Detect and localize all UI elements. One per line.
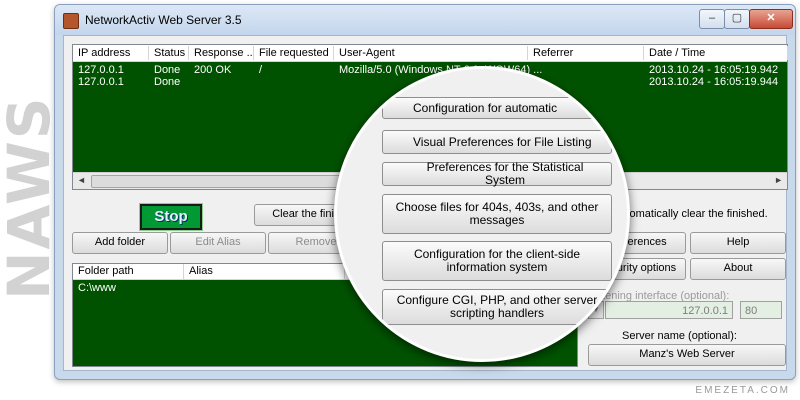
- col-folder-path[interactable]: Folder path: [73, 264, 184, 279]
- close-button[interactable]: ✕: [749, 9, 793, 29]
- app-icon: [63, 13, 79, 29]
- scroll-right-icon[interactable]: ►: [774, 175, 783, 185]
- minimize-button[interactable]: –: [699, 9, 725, 29]
- cell-file: /: [259, 64, 263, 76]
- col-status[interactable]: Status: [149, 46, 189, 60]
- listening-port-field[interactable]: 80: [740, 301, 782, 319]
- automatic-config-button[interactable]: Configuration for automatic: [382, 97, 612, 119]
- col-file[interactable]: File requested: [254, 46, 334, 60]
- log-header: IP address Status Response ... File requ…: [73, 45, 788, 62]
- cell-status: Done: [154, 64, 181, 76]
- col-datetime[interactable]: Date / Time: [644, 46, 788, 60]
- credit-text: EMEZETA.COM: [695, 385, 790, 396]
- cell-datetime: 2013.10.24 - 16:05:19.942: [649, 64, 779, 76]
- window-title: NetworkActiv Web Server 3.5: [85, 13, 242, 27]
- server-name-field[interactable]: Manz's Web Server: [588, 344, 786, 366]
- cell-ip: 127.0.0.1: [78, 64, 124, 76]
- cgi-php-handlers-button[interactable]: Configure CGI, PHP, and other server scr…: [382, 289, 612, 325]
- visual-preferences-button[interactable]: Visual Preferences for File Listing: [382, 130, 612, 154]
- maximize-button[interactable]: ▢: [724, 9, 750, 29]
- scroll-left-icon[interactable]: ◄: [77, 175, 86, 185]
- listening-ip-field[interactable]: 127.0.0.1: [605, 301, 733, 319]
- cell-datetime: 2013.10.24 - 16:05:19.944: [649, 76, 779, 88]
- col-response[interactable]: Response ...: [189, 46, 254, 60]
- auto-clear-label: Automatically clear the finished.: [613, 208, 768, 220]
- cell-response: 200 OK: [194, 64, 232, 76]
- about-button[interactable]: About: [690, 258, 786, 280]
- edit-alias-button[interactable]: Edit Alias: [170, 232, 266, 254]
- client-side-info-button[interactable]: Configuration for the client-side inform…: [382, 241, 612, 281]
- cell-ip: 127.0.0.1: [78, 76, 124, 88]
- cell-status: Done: [154, 76, 181, 88]
- col-user-agent[interactable]: User-Agent: [334, 46, 528, 60]
- col-ip[interactable]: IP address: [73, 46, 149, 60]
- col-referrer[interactable]: Referrer: [528, 46, 644, 60]
- error-pages-button[interactable]: Choose files for 404s, 403s, and other m…: [382, 194, 612, 234]
- add-folder-button[interactable]: Add folder: [72, 232, 168, 254]
- statistical-preferences-button[interactable]: Preferences for the Statistical System: [382, 161, 612, 187]
- help-button[interactable]: Help: [690, 232, 786, 254]
- stop-button[interactable]: Stop: [139, 203, 203, 231]
- naws-watermark: NAWS: [0, 95, 63, 300]
- col-alias[interactable]: Alias: [184, 264, 345, 279]
- title-bar[interactable]: NetworkActiv Web Server 3.5 – ▢ ✕: [55, 5, 795, 35]
- server-name-label: Server name (optional):: [622, 330, 737, 342]
- folder-row[interactable]: C:\www: [78, 282, 116, 294]
- magnifier-zoom: Configuration for automatic Visual Prefe…: [334, 66, 630, 362]
